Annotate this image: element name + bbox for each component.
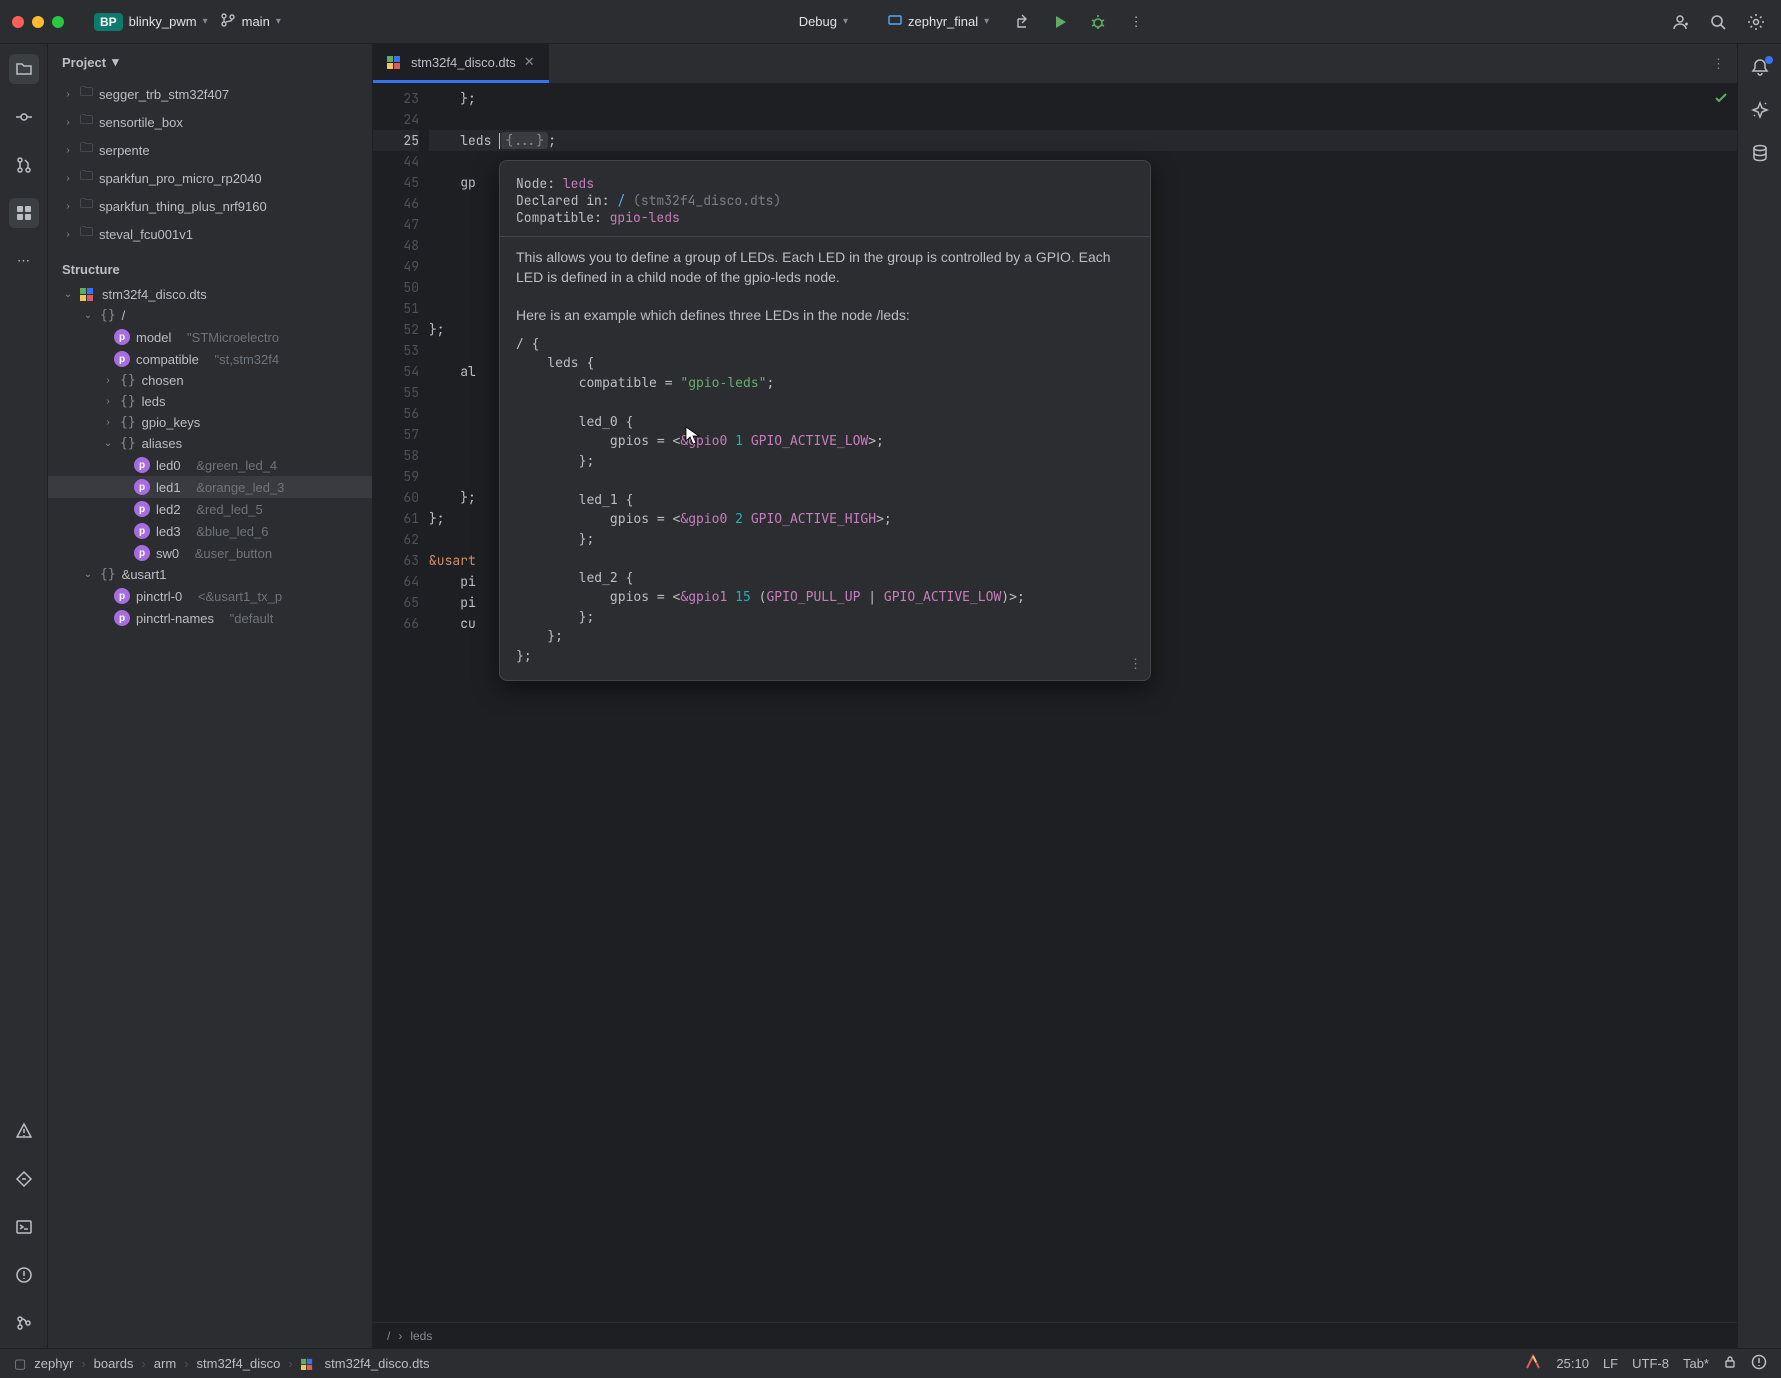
folder-item[interactable]: ›🗀sensortile_box: [48, 108, 372, 136]
editor-breadcrumb[interactable]: / › leds: [373, 1322, 1737, 1348]
sidebar: Project ▾ ›🗀segger_trb_stm32f407 ›🗀senso…: [48, 44, 373, 1348]
editor-body[interactable]: 23 24 25 44 45 46 47 48 49 50 51 52 53 5…: [373, 84, 1737, 1322]
vcs-branch-selector[interactable]: main ▾: [220, 12, 281, 31]
structure-panel-title: Structure: [48, 248, 372, 283]
structure-node[interactable]: ⌄{}/: [48, 305, 372, 326]
file-encoding[interactable]: UTF-8: [1632, 1356, 1669, 1371]
problems-tool-button[interactable]: [9, 1116, 39, 1146]
vcs-tool-button[interactable]: [9, 1308, 39, 1338]
terminal-tool-button[interactable]: [9, 1212, 39, 1242]
tab-options-button[interactable]: ⋮: [1700, 44, 1737, 83]
fold-region[interactable]: {...}: [501, 132, 548, 149]
folder-item[interactable]: ›🗀sparkfun_thing_plus_nrf9160: [48, 192, 372, 220]
build-button[interactable]: [1009, 9, 1035, 35]
project-badge: BP: [94, 13, 123, 31]
structure-prope44a243[interactable]: ppinctrl-0 <&usart1_tx_p: [48, 585, 372, 607]
tool-rail-right: [1737, 44, 1781, 1348]
debug-button[interactable]: [1085, 9, 1111, 35]
module-icon: ▢: [14, 1356, 26, 1372]
structure-prop[interactable]: pmodel "STMicroelectro: [48, 326, 372, 348]
structure-root[interactable]: ⌄ stm32f4_disco.dts: [48, 283, 372, 305]
notifications-button[interactable]: [1751, 58, 1769, 79]
chevron-down-icon: ▾: [843, 16, 848, 27]
tab-file[interactable]: stm32f4_disco.dts ✕: [373, 44, 549, 83]
close-tab-icon[interactable]: ✕: [524, 54, 535, 70]
chevron-down-icon: ▾: [984, 16, 989, 27]
structure-prop[interactable]: pled3 &blue_led_6: [48, 520, 372, 542]
titlebar: BP blinky_pwm ▾ main ▾ Debug ▾ zephyr_fi…: [0, 0, 1781, 44]
line-separator[interactable]: LF: [1603, 1356, 1618, 1371]
structure-prop[interactable]: pled2 &red_led_5: [48, 498, 372, 520]
settings-button[interactable]: [1743, 9, 1769, 35]
run-config-name: Debug: [799, 14, 837, 29]
run-button[interactable]: [1047, 9, 1073, 35]
documentation-popup: Node: leds Declared in: / (stm32f4_disco…: [499, 160, 1151, 681]
commit-tool-button[interactable]: [9, 102, 39, 132]
project-tool-button[interactable]: [9, 54, 39, 84]
structure-tool-button[interactable]: [9, 198, 39, 228]
code-with-me-button[interactable]: [1667, 9, 1693, 35]
project-selector[interactable]: BP blinky_pwm ▾: [94, 13, 208, 31]
target-icon: [888, 13, 902, 30]
structure-prop[interactable]: pled0 &green_led_4: [48, 454, 372, 476]
caret-position[interactable]: 25:10: [1556, 1356, 1589, 1371]
chevron-down-icon: ▾: [276, 16, 281, 27]
structure-node[interactable]: ›{}leds: [48, 391, 372, 412]
maximize-window[interactable]: [52, 16, 64, 28]
run-config-selector[interactable]: Debug ▾: [799, 14, 848, 29]
notification-badge: [1765, 56, 1773, 64]
project-tree: ›🗀segger_trb_stm32f407 ›🗀sensortile_box …: [48, 80, 372, 1348]
ai-assistant-button[interactable]: [1751, 101, 1769, 122]
status-info-icon[interactable]: [1751, 1354, 1767, 1373]
folder-item[interactable]: ›🗀segger_trb_stm32f407: [48, 80, 372, 108]
chevron-down-icon: ▾: [203, 16, 208, 27]
more-tools-button[interactable]: ⋯: [9, 246, 39, 276]
structure-prop[interactable]: psw0 &user_button: [48, 542, 372, 564]
project-panel-title[interactable]: Project ▾: [48, 44, 372, 80]
structure-node[interactable]: ⌄{}aliases: [48, 433, 372, 454]
structure-node[interactable]: ›{}gpio_keys: [48, 412, 372, 433]
doc-example: / { leds { compatible = "gpio-leds"; led…: [516, 335, 1134, 667]
code[interactable]: 💡 › }; leds {...}; gp };: [429, 84, 1737, 1322]
services-tool-button[interactable]: [9, 1164, 39, 1194]
popup-options-button[interactable]: ⋮: [1129, 655, 1142, 672]
branch-name: main: [242, 14, 270, 29]
project-name: blinky_pwm: [129, 14, 197, 29]
dts-file-icon: [80, 286, 96, 302]
structure-prop[interactable]: pled1 &orange_led_3: [48, 476, 372, 498]
tab-label: stm32f4_disco.dts: [411, 55, 516, 70]
editor-tabs: stm32f4_disco.dts ✕ ⋮: [373, 44, 1737, 84]
structure-prop[interactable]: ppinctrl-names "default: [48, 607, 372, 629]
dts-file-icon: [301, 1356, 317, 1372]
structure-prop[interactable]: pcompatible "st,stm32f4: [48, 348, 372, 370]
branch-icon: [220, 12, 236, 31]
navigation-bar[interactable]: ▢ zephyr› boards› arm› stm32f4_disco› st…: [14, 1356, 429, 1372]
window-controls: [12, 16, 64, 28]
structure-node[interactable]: ⌄{}&usart1: [48, 564, 372, 585]
close-window[interactable]: [12, 16, 24, 28]
dts-file-icon: [387, 54, 403, 70]
target-name: zephyr_final: [908, 14, 978, 29]
tool-rail-left: ⋯: [0, 44, 48, 1348]
ide-logo-icon[interactable]: [1524, 1353, 1542, 1374]
folder-item[interactable]: ›🗀serpente: [48, 136, 372, 164]
inspection-ok-icon[interactable]: [1713, 90, 1729, 110]
database-button[interactable]: [1751, 144, 1769, 165]
folder-item[interactable]: ›🗀steval_fcu001v1: [48, 220, 372, 248]
pull-requests-tool-button[interactable]: [9, 150, 39, 180]
editor-area: stm32f4_disco.dts ✕ ⋮ 23 24 25 44 45 46 …: [373, 44, 1737, 1348]
target-selector[interactable]: zephyr_final ▾: [888, 13, 989, 30]
folder-item[interactable]: ›🗀sparkfun_pro_micro_rp2040: [48, 164, 372, 192]
readonly-toggle[interactable]: [1723, 1355, 1737, 1372]
chevron-down-icon: ▾: [112, 54, 119, 70]
indent-setting[interactable]: Tab*: [1683, 1356, 1709, 1371]
gutter: 23 24 25 44 45 46 47 48 49 50 51 52 53 5…: [373, 84, 429, 1322]
more-actions-button[interactable]: ⋮: [1123, 9, 1149, 35]
problems-alt-button[interactable]: [9, 1260, 39, 1290]
status-bar: ▢ zephyr› boards› arm› stm32f4_disco› st…: [0, 1348, 1781, 1378]
structure-node[interactable]: ›{}chosen: [48, 370, 372, 391]
search-button[interactable]: [1705, 9, 1731, 35]
minimize-window[interactable]: [32, 16, 44, 28]
